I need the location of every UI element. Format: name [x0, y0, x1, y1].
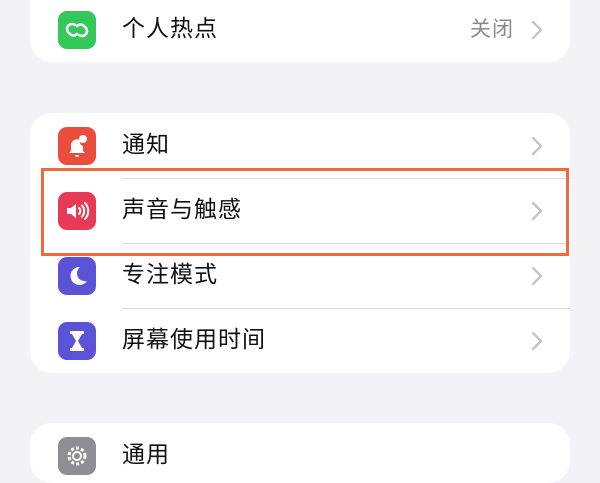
- focus-label: 专注模式: [122, 262, 218, 288]
- personal-hotspot-label: 个人热点: [122, 16, 218, 42]
- personal-hotspot-value: 关闭: [470, 17, 514, 41]
- settings-group-network: 个人热点 关闭: [30, 0, 570, 62]
- chevron-right-icon: [531, 136, 543, 156]
- hourglass-icon: [58, 322, 96, 360]
- general-label: 通用: [122, 442, 170, 468]
- screen-time-label: 屏幕使用时间: [122, 327, 266, 353]
- chevron-right-icon: [531, 266, 543, 286]
- settings-group-general: 通用: [30, 423, 570, 483]
- gear-icon: [58, 437, 96, 475]
- settings-row-notifications[interactable]: 通知: [30, 113, 570, 178]
- hotspot-chain-icon: [58, 11, 96, 49]
- settings-row-sounds-haptics[interactable]: 声音与触感: [30, 178, 570, 243]
- settings-row-personal-hotspot[interactable]: 个人热点 关闭: [30, 0, 570, 62]
- chevron-right-icon: [531, 20, 543, 40]
- settings-row-general[interactable]: 通用: [30, 423, 570, 483]
- moon-icon: [58, 257, 96, 295]
- settings-row-focus[interactable]: 专注模式: [30, 243, 570, 308]
- chevron-right-icon: [531, 331, 543, 351]
- notifications-label: 通知: [122, 132, 170, 158]
- sounds-haptics-label: 声音与触感: [122, 197, 242, 223]
- settings-row-screen-time[interactable]: 屏幕使用时间: [30, 308, 570, 373]
- bell-badge-icon: [58, 127, 96, 165]
- speaker-icon: [58, 192, 96, 230]
- chevron-right-icon: [531, 201, 543, 221]
- settings-group-notifications: 通知 声音与触感 专注模式 屏幕使用时间: [30, 113, 570, 373]
